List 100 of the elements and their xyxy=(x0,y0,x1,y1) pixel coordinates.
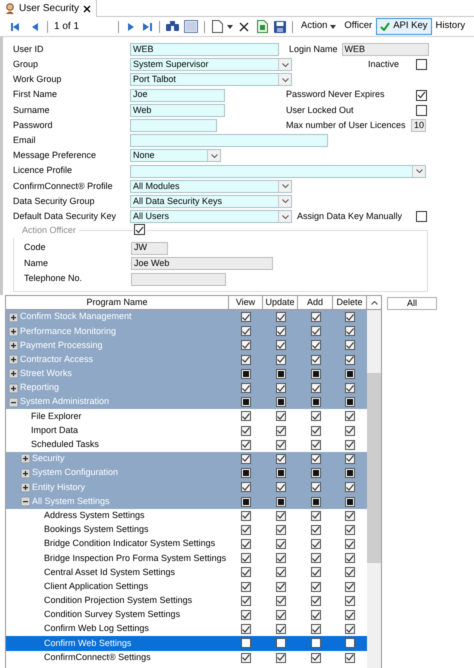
checkbox[interactable] xyxy=(345,524,355,535)
checkbox[interactable] xyxy=(241,454,251,464)
checkbox[interactable] xyxy=(241,596,251,606)
checkbox[interactable] xyxy=(345,553,355,564)
input-field[interactable]: JW xyxy=(131,242,168,254)
checkbox[interactable] xyxy=(416,211,427,222)
checkbox[interactable] xyxy=(276,510,286,521)
checkbox[interactable] xyxy=(345,510,355,521)
expand-icon[interactable] xyxy=(21,482,30,492)
tab[interactable]: User Security xyxy=(0,0,98,17)
table-row[interactable]: Confirm Web Settings xyxy=(6,636,367,650)
checkbox[interactable] xyxy=(345,596,355,606)
dropdown-field[interactable]: All Data Security Keys xyxy=(130,194,292,208)
checkbox[interactable] xyxy=(241,624,251,634)
checkbox[interactable] xyxy=(310,426,320,436)
expand-icon[interactable] xyxy=(9,340,18,350)
checkbox[interactable] xyxy=(276,312,286,322)
checkbox[interactable] xyxy=(310,539,320,550)
checkbox[interactable] xyxy=(276,340,286,350)
checkbox[interactable] xyxy=(310,510,320,521)
toolbar-button[interactable]: Officer xyxy=(340,18,376,35)
checkbox[interactable] xyxy=(416,59,427,70)
checkbox[interactable] xyxy=(241,326,251,336)
checkbox[interactable] xyxy=(310,524,320,535)
column-header[interactable]: Program Name xyxy=(6,296,229,309)
checkbox[interactable] xyxy=(241,354,251,365)
checkbox[interactable] xyxy=(310,567,320,578)
checkbox[interactable] xyxy=(241,312,251,322)
checkbox[interactable] xyxy=(345,610,355,620)
checkbox[interactable] xyxy=(345,440,355,450)
checkbox[interactable] xyxy=(276,354,286,365)
column-header[interactable]: Add xyxy=(298,296,333,309)
checkbox[interactable] xyxy=(345,454,355,464)
expand-icon[interactable] xyxy=(9,384,18,393)
input-field[interactable]: WEB xyxy=(342,43,429,56)
checkbox[interactable] xyxy=(276,524,286,535)
toolbar-button[interactable]: Action xyxy=(297,18,340,35)
checkbox[interactable] xyxy=(310,354,320,365)
input-field[interactable]: Joe xyxy=(130,88,225,102)
checkbox[interactable] xyxy=(241,510,251,521)
checkbox[interactable] xyxy=(310,312,320,322)
checkbox[interactable] xyxy=(241,652,251,663)
checkbox[interactable] xyxy=(310,652,320,663)
checkbox[interactable] xyxy=(241,553,251,564)
checkbox[interactable] xyxy=(310,411,320,422)
column-header[interactable]: Delete xyxy=(333,296,367,309)
input-field[interactable] xyxy=(130,134,328,148)
checkbox[interactable] xyxy=(310,610,320,620)
checkbox[interactable] xyxy=(276,567,286,578)
checkbox[interactable] xyxy=(276,596,286,606)
checkbox[interactable] xyxy=(345,582,355,592)
checkbox[interactable] xyxy=(345,411,355,422)
input-field[interactable]: Joe Web xyxy=(131,257,273,270)
checkbox[interactable] xyxy=(345,312,355,322)
checkbox[interactable] xyxy=(345,567,355,578)
checkbox[interactable] xyxy=(310,596,320,606)
checkbox[interactable] xyxy=(276,326,286,336)
dropdown-field[interactable]: All Users xyxy=(130,210,292,224)
checkbox[interactable] xyxy=(345,539,355,550)
toolbar-button[interactable]: History xyxy=(432,18,470,35)
checkbox[interactable] xyxy=(241,482,251,492)
checkbox[interactable] xyxy=(276,582,286,592)
checkbox[interactable] xyxy=(310,624,320,634)
checkbox[interactable] xyxy=(416,90,427,101)
checkbox[interactable] xyxy=(276,426,286,436)
column-header[interactable]: View xyxy=(229,296,263,309)
dropdown-field[interactable]: All Modules xyxy=(130,180,292,193)
checkbox[interactable] xyxy=(345,383,355,394)
checkbox[interactable] xyxy=(134,224,145,236)
input-field[interactable]: WEB xyxy=(130,43,279,56)
checkbox[interactable] xyxy=(416,104,427,116)
dropdown-field[interactable]: System Supervisor xyxy=(130,58,292,72)
checkbox[interactable] xyxy=(241,567,251,578)
checkbox[interactable] xyxy=(276,610,286,620)
checkbox[interactable] xyxy=(276,638,286,648)
checkbox[interactable] xyxy=(345,624,355,634)
all-button[interactable]: All xyxy=(387,297,437,310)
checkbox[interactable] xyxy=(276,482,286,492)
checkbox[interactable] xyxy=(345,652,355,663)
checkbox[interactable] xyxy=(310,440,320,450)
checkbox[interactable] xyxy=(310,582,320,592)
scrollbar[interactable] xyxy=(367,310,381,668)
checkbox[interactable] xyxy=(241,426,251,436)
collapse-icon[interactable] xyxy=(21,497,30,506)
checkbox[interactable] xyxy=(276,440,286,450)
table-row[interactable]: Confirm Web Log Settings xyxy=(6,622,367,636)
checkbox[interactable] xyxy=(276,553,286,564)
checkbox[interactable] xyxy=(345,340,355,350)
checkbox[interactable] xyxy=(241,582,251,592)
checkbox[interactable] xyxy=(310,326,320,336)
checkbox[interactable] xyxy=(241,638,251,648)
dropdown-field[interactable]: None xyxy=(130,149,221,162)
expand-icon[interactable] xyxy=(21,454,30,464)
save-icon[interactable] xyxy=(271,18,288,34)
checkbox[interactable] xyxy=(310,340,320,350)
checkbox[interactable] xyxy=(241,340,251,350)
expand-icon[interactable] xyxy=(9,312,18,322)
panel-icon[interactable] xyxy=(182,18,200,34)
expand-icon[interactable] xyxy=(9,355,18,364)
checkbox[interactable] xyxy=(345,638,355,648)
